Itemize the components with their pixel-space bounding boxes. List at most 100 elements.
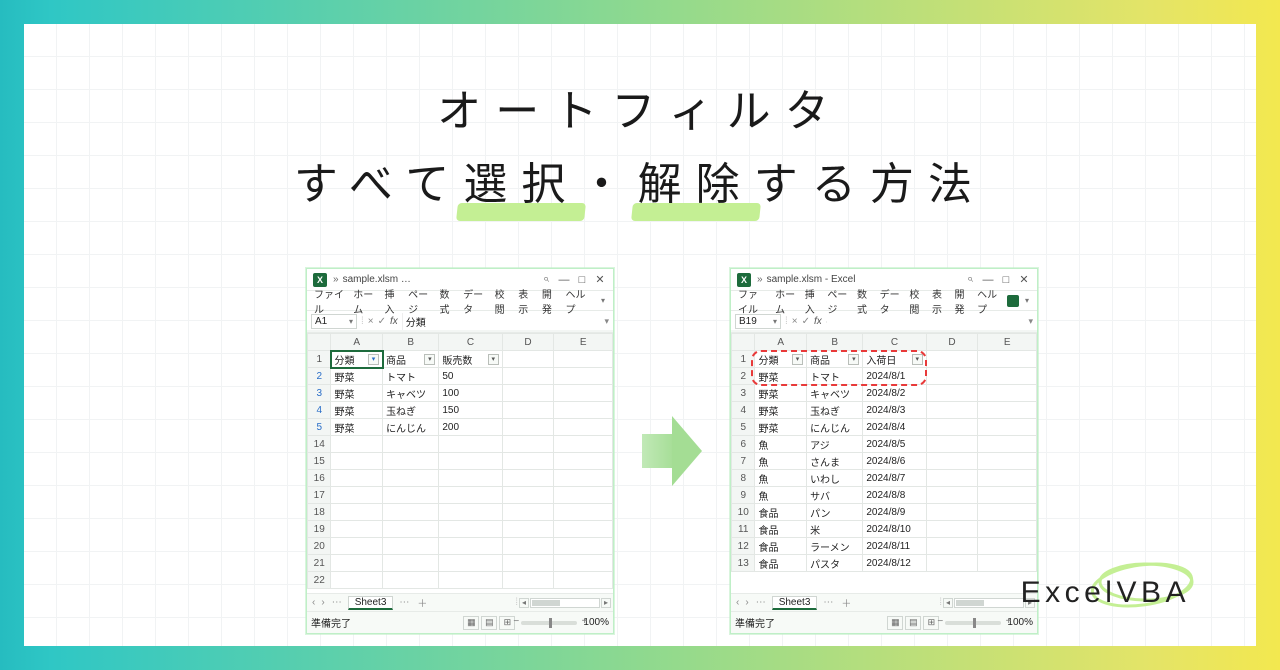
row-header[interactable]: 6	[732, 436, 755, 453]
tab-list-button[interactable]: ⋯	[752, 597, 770, 608]
ribbon-tab[interactable]: ファイル	[734, 286, 771, 316]
row-header[interactable]: 11	[732, 521, 755, 538]
row-header[interactable]: 15	[308, 453, 331, 470]
formula-input[interactable]	[826, 321, 1025, 323]
column-header[interactable]: C	[863, 334, 926, 351]
cell[interactable]: 150	[439, 402, 502, 419]
ribbon-tab[interactable]: 数式	[435, 286, 459, 316]
scroll-track[interactable]	[530, 598, 600, 608]
cell[interactable]: 魚	[755, 453, 807, 470]
ribbon-tab[interactable]: ファイル	[310, 286, 349, 316]
row-header[interactable]: 16	[308, 470, 331, 487]
column-header[interactable]: D	[926, 334, 978, 351]
cell[interactable]	[978, 521, 1037, 538]
filter-dropdown-button[interactable]: ▾	[792, 354, 803, 365]
tab-nav-next[interactable]: ›	[742, 597, 751, 608]
cell[interactable]: トマト	[807, 368, 863, 385]
tab-more[interactable]: ⋯	[819, 597, 837, 608]
ribbon-tab[interactable]: ホーム	[771, 286, 801, 316]
cell[interactable]	[383, 538, 439, 555]
close-button[interactable]: ✕	[1017, 273, 1031, 286]
view-page-layout-button[interactable]: ▤	[481, 616, 497, 630]
cell[interactable]	[554, 572, 613, 589]
cell[interactable]	[502, 555, 554, 572]
column-header[interactable]: D	[502, 334, 554, 351]
cell[interactable]: 野菜	[331, 385, 383, 402]
cell[interactable]	[502, 453, 554, 470]
cell[interactable]: トマト	[383, 368, 439, 385]
ribbon-tab[interactable]: ヘルプ	[562, 286, 593, 316]
cell[interactable]: 野菜	[331, 402, 383, 419]
tab-nav-next[interactable]: ›	[318, 597, 327, 608]
cell[interactable]	[439, 453, 502, 470]
ribbon-tab[interactable]: 表示	[514, 286, 538, 316]
cell[interactable]	[978, 436, 1037, 453]
cell[interactable]	[554, 402, 613, 419]
row-header[interactable]: 19	[308, 521, 331, 538]
cell[interactable]	[554, 368, 613, 385]
sheet-tab[interactable]: Sheet3	[772, 596, 818, 610]
ribbon-tab[interactable]: データ	[876, 286, 906, 316]
cell[interactable]	[502, 436, 554, 453]
cell[interactable]	[978, 402, 1037, 419]
cell[interactable]	[502, 351, 554, 368]
row-header[interactable]: 22	[308, 572, 331, 589]
cell[interactable]	[926, 504, 978, 521]
cell[interactable]	[383, 555, 439, 572]
name-box[interactable]: B19▾	[735, 314, 781, 329]
cancel-formula-icon[interactable]: ×	[792, 316, 798, 327]
cell[interactable]: 2024/8/10	[863, 521, 926, 538]
cell[interactable]: 2024/8/1	[863, 368, 926, 385]
cell[interactable]	[502, 504, 554, 521]
cell[interactable]: 分類▾	[755, 351, 807, 368]
cell[interactable]	[554, 487, 613, 504]
cell[interactable]	[926, 419, 978, 436]
cell[interactable]: 野菜	[331, 419, 383, 436]
row-header[interactable]: 4	[308, 402, 331, 419]
cell[interactable]	[978, 385, 1037, 402]
cell[interactable]	[554, 521, 613, 538]
cell[interactable]: 2024/8/3	[863, 402, 926, 419]
row-header[interactable]: 13	[732, 555, 755, 572]
ribbon-dropdown-icon[interactable]: ▾	[597, 296, 609, 305]
filter-dropdown-button[interactable]: ▾	[848, 354, 859, 365]
cell[interactable]	[926, 351, 978, 368]
cell[interactable]	[926, 368, 978, 385]
ribbon-tab[interactable]: 表示	[928, 286, 951, 316]
new-sheet-button[interactable]: ＋	[837, 595, 855, 610]
row-header[interactable]: 10	[732, 504, 755, 521]
cell[interactable]	[502, 538, 554, 555]
ribbon-tab[interactable]: 開発	[951, 286, 974, 316]
row-header[interactable]: 5	[732, 419, 755, 436]
cell[interactable]	[502, 521, 554, 538]
row-header[interactable]: 5	[308, 419, 331, 436]
ribbon-tab[interactable]: ホーム	[349, 286, 380, 316]
cell[interactable]: 100	[439, 385, 502, 402]
search-icon[interactable]: ⌕	[963, 273, 977, 286]
row-header[interactable]: 1	[732, 351, 755, 368]
cell[interactable]: 分類▾	[331, 351, 383, 368]
cell[interactable]	[978, 470, 1037, 487]
cell[interactable]: にんじん	[383, 419, 439, 436]
cell[interactable]	[926, 470, 978, 487]
cell[interactable]	[554, 504, 613, 521]
cell[interactable]: 2024/8/9	[863, 504, 926, 521]
cell[interactable]	[383, 572, 439, 589]
cell[interactable]	[978, 351, 1037, 368]
horizontal-scrollbar[interactable]: ⁞◂▸	[431, 597, 611, 608]
ribbon-tab[interactable]: ページ	[823, 286, 853, 316]
cell[interactable]: 魚	[755, 487, 807, 504]
cell[interactable]: パン	[807, 504, 863, 521]
column-header[interactable]: E	[554, 334, 613, 351]
row-header[interactable]: 3	[732, 385, 755, 402]
search-icon[interactable]: ⌕	[539, 273, 553, 286]
view-normal-button[interactable]: ▦	[887, 616, 903, 630]
column-header[interactable]: B	[807, 334, 863, 351]
filter-dropdown-button[interactable]: ▾	[368, 354, 379, 365]
cell[interactable]: 野菜	[755, 419, 807, 436]
cell[interactable]	[502, 572, 554, 589]
sheet-tab[interactable]: Sheet3	[348, 596, 394, 610]
cell[interactable]	[554, 436, 613, 453]
row-header[interactable]: 21	[308, 555, 331, 572]
cell[interactable]	[383, 487, 439, 504]
